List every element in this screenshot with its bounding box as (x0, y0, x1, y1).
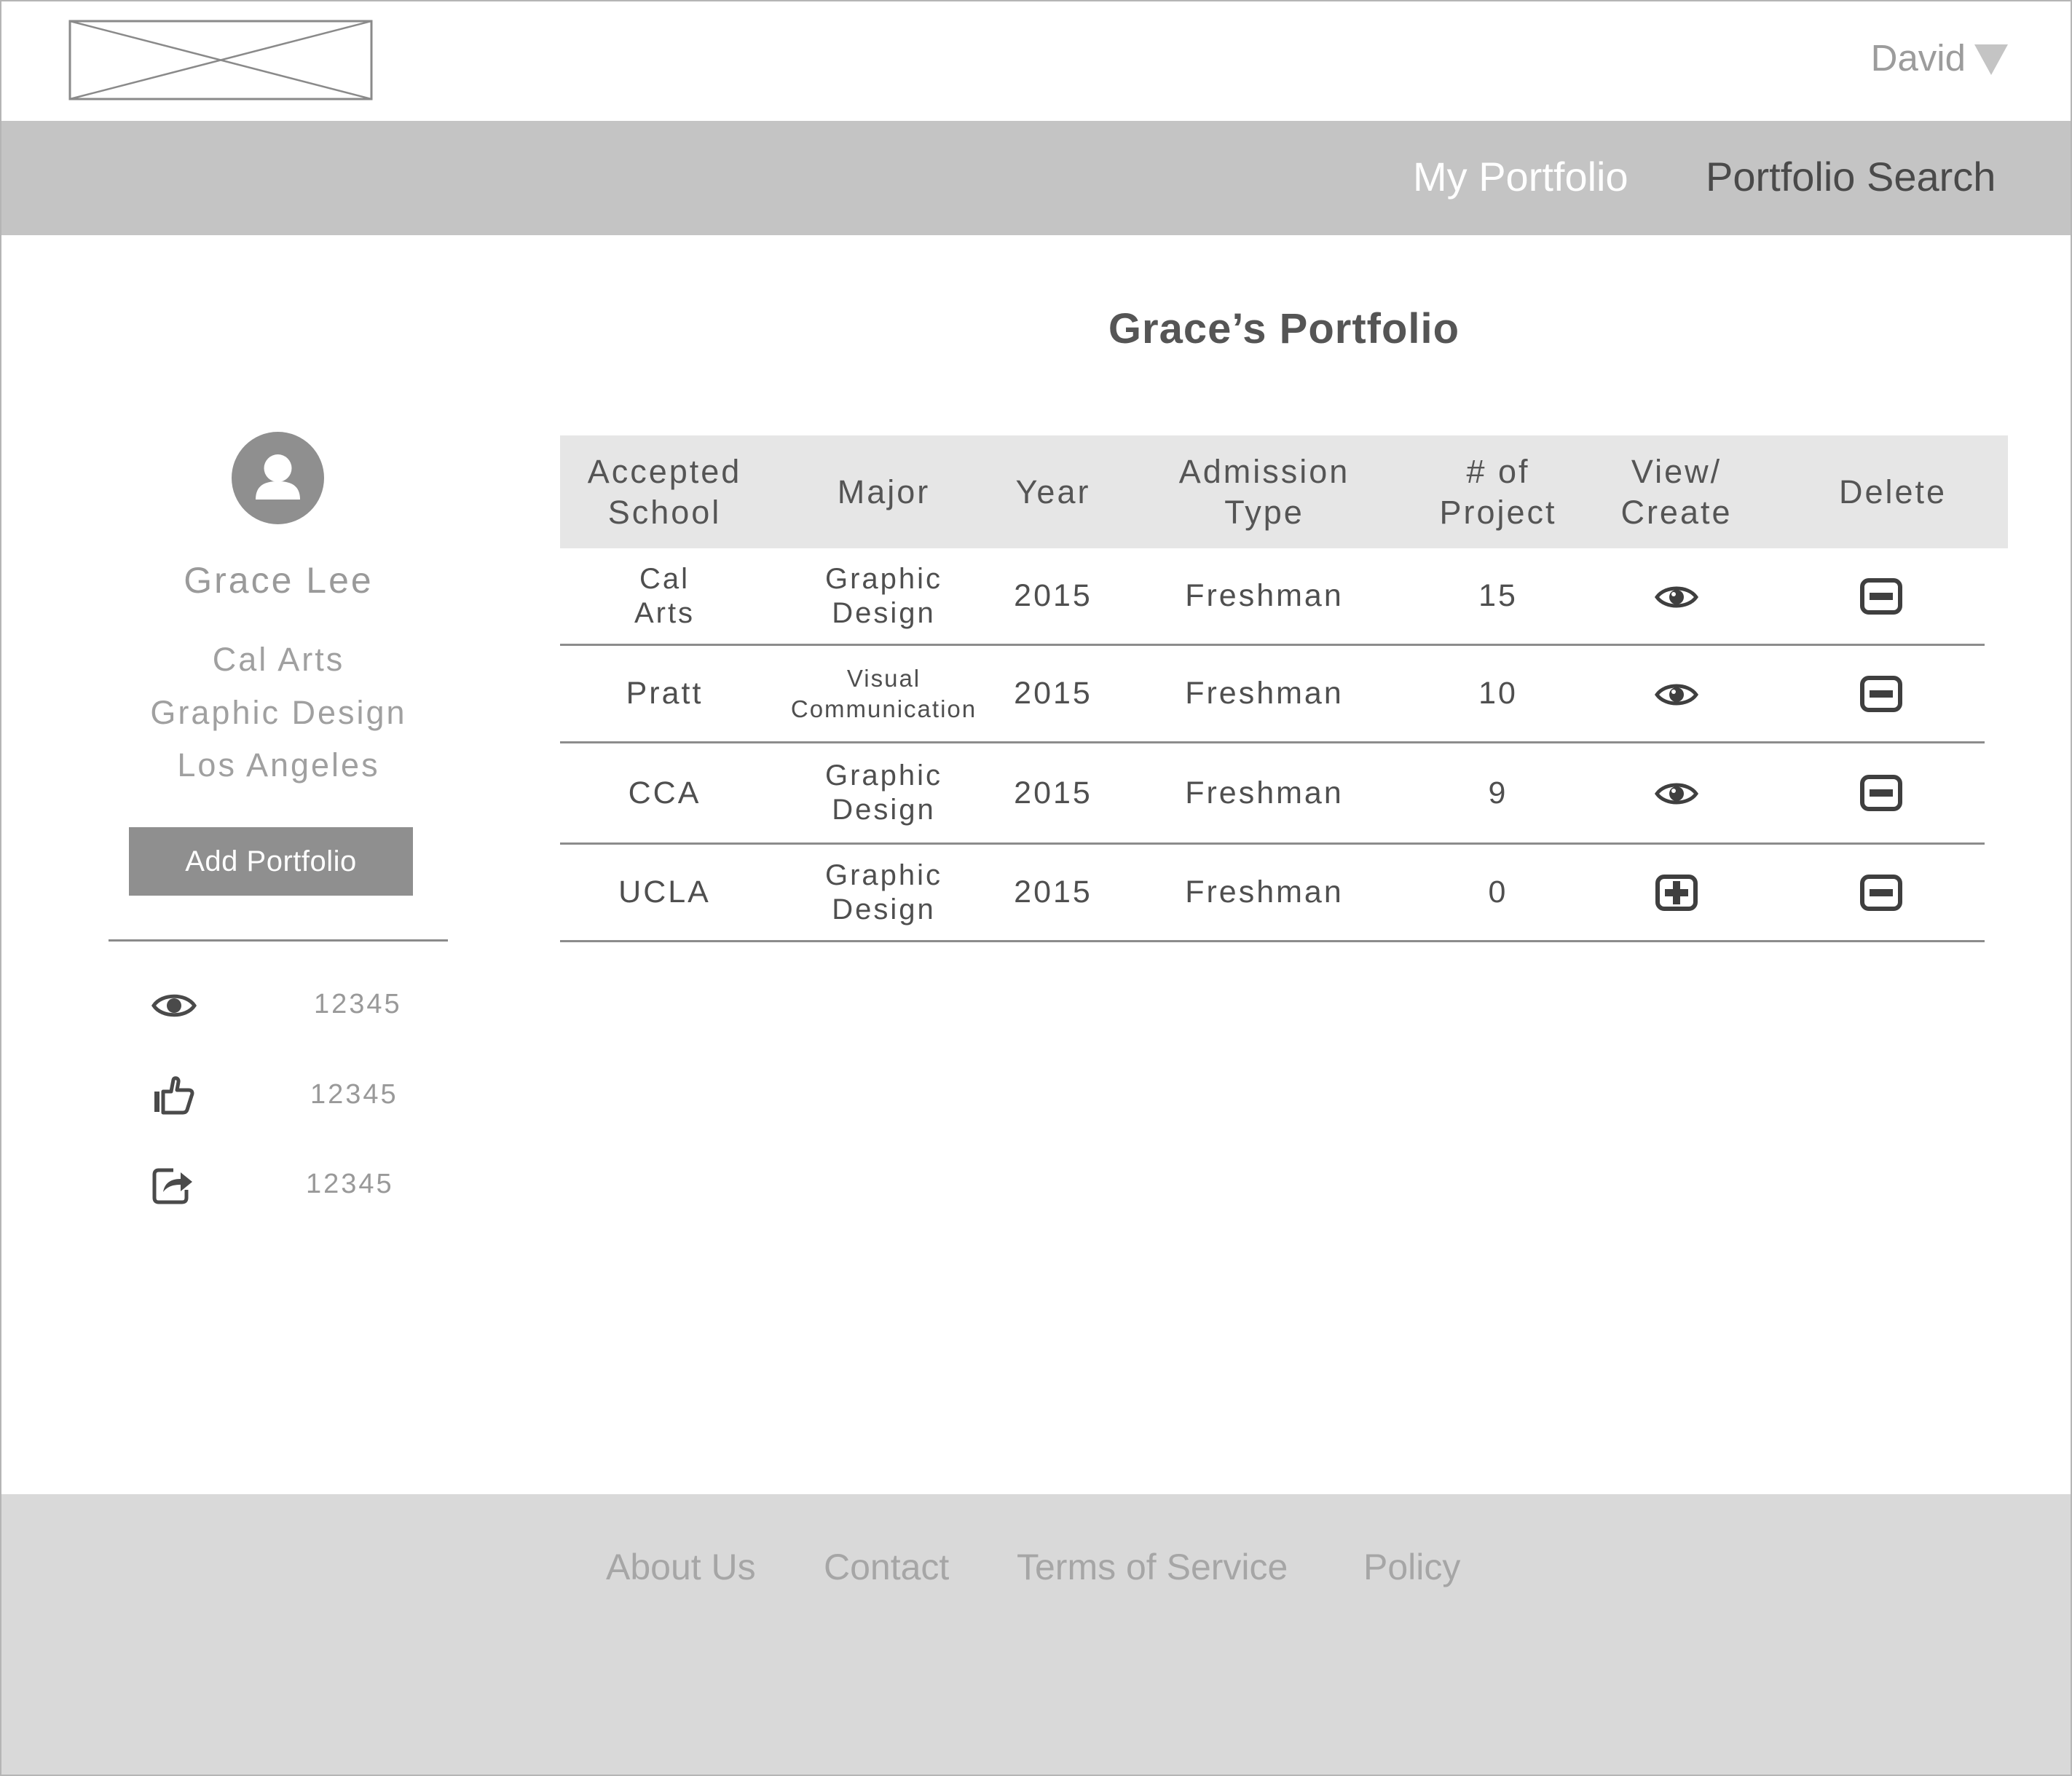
major-text: Graphic (824, 859, 943, 891)
eye-icon (151, 986, 197, 1025)
minus-box-icon[interactable] (1859, 675, 1903, 713)
eye-icon[interactable] (1655, 577, 1698, 615)
plus-box-icon[interactable] (1655, 874, 1698, 912)
cell-projects: 10 (1478, 676, 1518, 711)
major-text: Visual (846, 664, 921, 692)
cell-major: Graphic Design (769, 548, 998, 644)
school-text: Arts (634, 596, 696, 629)
nav-bar: My Portfolio Portfolio Search (1, 121, 2071, 235)
header-text: Admission (1178, 452, 1350, 490)
cell-projects: 15 (1478, 578, 1518, 613)
cell-action (1575, 845, 1778, 940)
cell-year: 2015 (1014, 578, 1092, 613)
cell-action (1575, 548, 1778, 644)
cell-delete (1778, 548, 1985, 644)
cell-major: Graphic Design (769, 743, 998, 842)
cell-action (1575, 743, 1778, 842)
header-text: Year (1015, 473, 1091, 510)
cell-school: UCLA (618, 875, 711, 909)
shares-count: 12345 (306, 1169, 394, 1199)
col-header-admission-type[interactable]: Admission Type (1108, 435, 1421, 548)
major-text: Graphic (824, 759, 943, 792)
add-portfolio-button[interactable]: Add Portfolio (129, 827, 413, 896)
footer-link-about[interactable]: About Us (606, 1546, 756, 1588)
nav-my-portfolio[interactable]: My Portfolio (1413, 153, 1628, 200)
cell-delete (1778, 743, 1985, 842)
profile-location: Los Angeles (177, 746, 380, 784)
header-text: Accepted (587, 452, 742, 490)
profile-major: Graphic Design (150, 694, 407, 731)
cell-projects: 9 (1488, 775, 1508, 810)
page-title: Grace’s Portfolio (1108, 305, 1460, 352)
cell-admission: Freshman (1185, 676, 1344, 711)
footer-link-terms[interactable]: Terms of Service (1017, 1546, 1288, 1588)
caret-down-icon[interactable] (1974, 44, 2008, 75)
major-text: Design (832, 596, 936, 629)
sidebar-divider (109, 939, 448, 942)
cell-delete (1778, 646, 1985, 741)
header-text: Delete (1838, 473, 1947, 510)
header-text: Create (1620, 493, 1733, 531)
cell-admission: Freshman (1185, 875, 1344, 909)
cell-admission: Freshman (1185, 775, 1344, 810)
col-header-accepted-school[interactable]: Accepted School (560, 435, 769, 548)
minus-box-icon[interactable] (1859, 874, 1903, 912)
portfolio-table: Accepted School Major Year Admission Type … (560, 435, 2008, 942)
profile-name: Grace Lee (184, 560, 374, 601)
cell-major: Graphic Design (769, 845, 998, 940)
header-text: View/ (1631, 452, 1722, 490)
major-text: Design (832, 794, 936, 826)
views-count: 12345 (314, 989, 402, 1019)
cell-admission: Freshman (1185, 578, 1344, 613)
cell-year: 2015 (1014, 676, 1092, 711)
cell-action (1575, 646, 1778, 741)
profile-school: Cal Arts (212, 641, 345, 678)
col-header-year[interactable]: Year (998, 435, 1108, 548)
share-icon (151, 1165, 197, 1204)
cell-school: CCA (628, 775, 701, 810)
thumbs-up-icon (151, 1076, 197, 1115)
footer: About Us Contact Terms of Service Policy (1, 1494, 2071, 1775)
col-header-view-create[interactable]: View/Create (1575, 435, 1778, 548)
col-header-delete[interactable]: Delete (1778, 435, 2008, 548)
user-name[interactable]: David (1871, 36, 1966, 79)
minus-box-icon[interactable] (1859, 577, 1903, 615)
minus-box-icon[interactable] (1859, 774, 1903, 812)
table-row: Cal Arts Graphic Design 2015 Freshman 15 (560, 548, 1985, 646)
eye-icon[interactable] (1655, 774, 1698, 812)
table-header: Accepted School Major Year Admission Type … (560, 435, 2008, 548)
cell-year: 2015 (1014, 875, 1092, 909)
footer-link-policy[interactable]: Policy (1363, 1546, 1460, 1588)
major-text: Communication (790, 695, 977, 722)
header-text: Major (837, 473, 931, 510)
table-row: CCA Graphic Design 2015 Freshman 9 (560, 743, 1985, 845)
user-menu[interactable]: David (1871, 36, 2008, 79)
logo-placeholder-icon[interactable] (68, 20, 373, 100)
cell-school: Cal Arts (560, 548, 769, 644)
table-row: Pratt Visual Communication 2015 Freshman … (560, 646, 1985, 743)
eye-icon[interactable] (1655, 675, 1698, 713)
header-text: School (607, 493, 722, 531)
nav-portfolio-search[interactable]: Portfolio Search (1706, 153, 1996, 200)
header-text: # of (1466, 452, 1530, 490)
cell-major: Visual Communication (769, 646, 998, 741)
col-header-major[interactable]: Major (769, 435, 998, 548)
header-text: Project (1439, 493, 1557, 531)
footer-link-contact[interactable]: Contact (824, 1546, 949, 1588)
user-avatar-icon (232, 432, 324, 524)
cell-school: Pratt (626, 676, 704, 711)
cell-year: 2015 (1014, 775, 1092, 810)
school-text: Cal (639, 562, 690, 595)
major-text: Graphic (824, 562, 943, 595)
likes-count: 12345 (310, 1079, 398, 1110)
header-text: Type (1224, 493, 1304, 531)
major-text: Design (832, 893, 936, 926)
cell-projects: 0 (1488, 875, 1508, 909)
table-row: UCLA Graphic Design 2015 Freshman 0 (560, 845, 1985, 942)
col-header-project-count[interactable]: # of Project (1421, 435, 1575, 548)
cell-delete (1778, 845, 1985, 940)
